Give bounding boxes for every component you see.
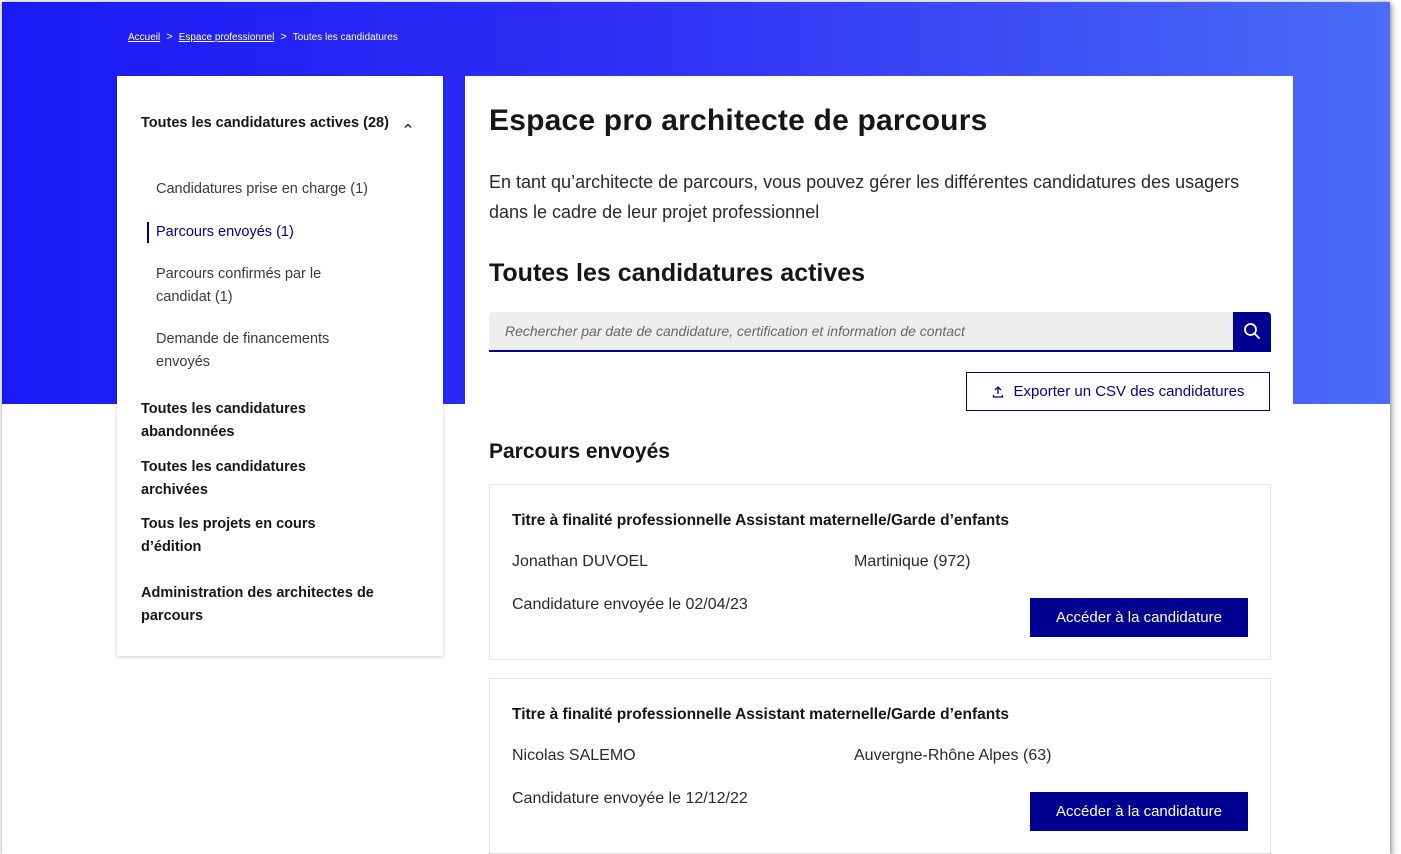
sidebar-item-taken-charge[interactable]: Candidatures prise en charge (1) [156,178,406,201]
search-icon [1244,323,1260,339]
intro-text: En tant qu’architecte de parcours, vous … [489,172,1240,222]
card-sent-date: Candidature envoyée le 02/04/23 [512,596,748,613]
subsection-title: Parcours envoyés [489,440,670,463]
sidebar-item-abandoned[interactable]: Toutes les candidatures abandonnées [141,398,341,444]
section-title: Toutes les candidatures actives [489,259,866,287]
breadcrumb-pro-space-link[interactable]: Espace professionnel [179,32,275,43]
sidebar-item-funding-requests[interactable]: Demande de financements envoyés [156,328,371,374]
sidebar-item-sent-paths[interactable]: Parcours envoyés (1) [147,221,406,244]
application-card: Titre à finalité professionnelle Assista… [489,678,1271,854]
export-csv-label: Exporter un CSV des candidatures [1013,383,1245,400]
breadcrumb-current: Toutes les candidatures [292,31,398,43]
search-bar [489,311,1271,352]
search-input[interactable] [489,311,1233,351]
card-certification-title: Titre à finalité professionnelle Assista… [512,706,1010,723]
card-certification-title: Titre à finalité professionnelle Assista… [512,512,1010,529]
breadcrumb: Accueil > Espace professionnel > Toutes … [128,31,398,43]
export-csv-button[interactable]: Exporter un CSV des candidatures [966,372,1270,411]
upload-icon [992,385,1003,398]
sidebar-item-admin[interactable]: Administration des architectes de parcou… [141,582,381,628]
breadcrumb-separator: > [166,31,173,43]
sidebar-item-archived[interactable]: Toutes les candidatures archivées [141,456,341,502]
sidebar: Toutes les candidatures actives (28) Can… [117,76,443,656]
open-application-button[interactable]: Accéder à la candidature [1030,598,1248,637]
breadcrumb-home-link[interactable]: Accueil [128,32,160,43]
page-frame: Accueil > Espace professionnel > Toutes … [2,2,1390,854]
search-button[interactable] [1233,312,1271,350]
card-candidate-name: Nicolas SALEMO [512,747,636,764]
card-candidate-region: Martinique (972) [854,553,971,570]
card-candidate-name: Jonathan DUVOEL [512,553,649,570]
main-content: Espace pro architecte de parcours En tan… [465,76,1293,854]
page-title: Espace pro architecte de parcours [489,104,988,137]
sidebar-item-drafts[interactable]: Tous les projets en cours d’édition [141,513,341,559]
chevron-up-icon[interactable] [404,122,412,130]
card-candidate-region: Auvergne-Rhône Alpes (63) [854,747,1052,764]
sidebar-group-active-title[interactable]: Toutes les candidatures actives (28) [141,112,391,135]
application-card: Titre à finalité professionnelle Assista… [489,484,1271,660]
sidebar-item-confirmed-paths[interactable]: Parcours confirmés par le candidat (1) [156,263,371,309]
breadcrumb-separator: > [280,31,287,43]
card-sent-date: Candidature envoyée le 12/12/22 [512,790,748,807]
open-application-button[interactable]: Accéder à la candidature [1030,792,1248,831]
